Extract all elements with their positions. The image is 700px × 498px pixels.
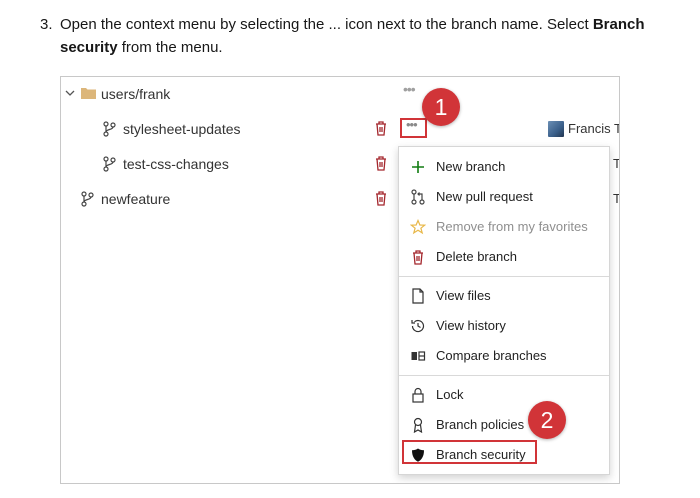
menu-item-label: Lock — [436, 387, 464, 402]
avatar — [548, 121, 564, 137]
policy-icon — [413, 417, 423, 433]
trash-icon[interactable] — [374, 155, 388, 171]
menu-item-branch-policies[interactable]: Branch policies — [399, 410, 609, 440]
folder-label: users/frank — [101, 86, 171, 102]
branch-icon — [103, 121, 116, 137]
author-name: To — [613, 156, 620, 171]
branch-label: newfeature — [101, 191, 171, 207]
menu-item-delete-branch[interactable]: Delete branch — [399, 242, 609, 272]
highlight-box — [402, 440, 537, 464]
menu-item-label: Compare branches — [436, 348, 547, 363]
menu-item-label: Branch policies — [436, 417, 525, 432]
menu-item-label: Delete branch — [436, 249, 517, 264]
screenshot-panel: users/frank ••• stylesheet-updates test-… — [60, 76, 620, 484]
context-menu: New branch New pull request Remove from … — [398, 146, 610, 475]
branch-icon — [81, 191, 94, 207]
pull-request-icon — [411, 189, 425, 205]
more-options-icon: ••• — [406, 117, 418, 132]
step-text-part1: Open the context menu by selecting the .… — [60, 16, 593, 33]
branch-label: test-css-changes — [123, 156, 229, 172]
menu-separator — [399, 375, 609, 376]
menu-item-label: New pull request — [436, 189, 533, 204]
plus-icon — [412, 161, 424, 173]
menu-item-label: New branch — [436, 159, 506, 174]
branch-icon — [103, 156, 116, 172]
menu-item-new-branch[interactable]: New branch — [399, 152, 609, 182]
compare-icon — [411, 351, 426, 361]
trash-icon — [413, 250, 423, 265]
author-name: Francis To — [568, 121, 620, 136]
history-icon — [411, 319, 425, 333]
more-options-button[interactable]: ••• — [400, 117, 427, 138]
menu-item-compare-branches[interactable]: Compare branches — [399, 341, 609, 371]
callout-badge-1: 1 — [422, 88, 460, 126]
menu-item-lock[interactable]: Lock — [399, 380, 609, 410]
menu-item-remove-favorites[interactable]: Remove from my favorites — [399, 212, 609, 242]
step-text: Open the context menu by selecting the .… — [60, 13, 690, 59]
trash-icon[interactable] — [374, 120, 388, 136]
star-icon — [410, 219, 426, 235]
menu-item-new-pull-request[interactable]: New pull request — [399, 182, 609, 212]
callout-badge-2: 2 — [528, 401, 566, 439]
folder-icon — [81, 88, 96, 99]
more-options-icon[interactable]: ••• — [403, 81, 425, 101]
branch-label: stylesheet-updates — [123, 121, 241, 137]
step-text-part2: from the menu. — [117, 39, 223, 56]
menu-item-label: View files — [436, 288, 491, 303]
tree-row-stylesheet-updates[interactable]: stylesheet-updates — [61, 114, 619, 144]
author-name: To — [613, 191, 620, 206]
menu-item-label: Remove from my favorites — [436, 219, 588, 234]
menu-separator — [399, 276, 609, 277]
file-icon — [412, 288, 424, 304]
menu-item-view-files[interactable]: View files — [399, 281, 609, 311]
menu-item-label: View history — [436, 318, 506, 333]
menu-item-view-history[interactable]: View history — [399, 311, 609, 341]
lock-icon — [412, 387, 424, 403]
trash-icon[interactable] — [374, 190, 388, 206]
step-number: 3. — [40, 16, 53, 33]
chevron-down-icon[interactable] — [64, 87, 76, 99]
tree-folder-row[interactable]: users/frank ••• — [61, 79, 619, 109]
